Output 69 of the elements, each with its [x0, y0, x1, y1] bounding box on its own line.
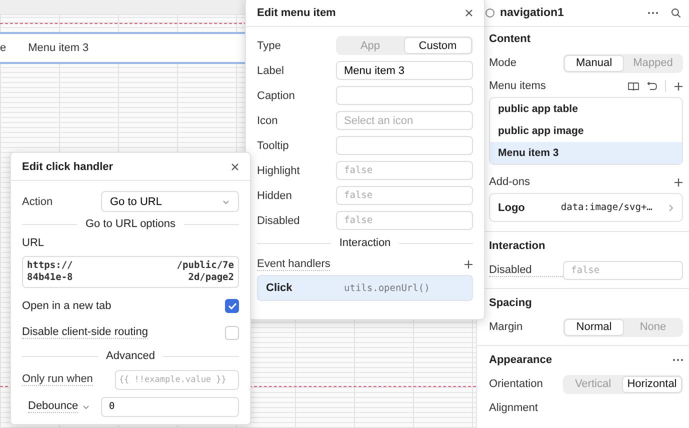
section-heading: Go to URL options [85, 218, 176, 230]
field-label: Mode [489, 57, 518, 69]
field-label: Disabled [257, 214, 301, 226]
dialog-title: Edit click handler [22, 160, 114, 172]
dialog-title: Edit menu item [257, 6, 336, 18]
text-field[interactable]: Select an icon [336, 111, 473, 130]
url-field[interactable]: https:// /public/7e 84b41e-8 2d/page2 [22, 256, 239, 288]
field-label: Label [257, 64, 285, 76]
close-icon[interactable] [465, 8, 473, 16]
book-icon[interactable] [628, 82, 639, 90]
section-heading: Interaction [339, 237, 391, 249]
field-label: Only run when [22, 373, 93, 386]
section-heading: Spacing [489, 297, 532, 309]
text-field[interactable] [336, 86, 473, 105]
field-label: Type [257, 40, 282, 52]
field-label: Action [22, 196, 54, 208]
nav-item[interactable]: Menu item 3 [28, 42, 89, 54]
menu-item[interactable]: Menu item 3 [490, 142, 682, 164]
number-field[interactable]: 0 [101, 396, 239, 416]
loop-arrow-icon[interactable] [647, 82, 657, 90]
text-field[interactable] [336, 136, 473, 155]
segment-option[interactable]: Horizontal [622, 376, 682, 392]
section-heading: Appearance [489, 354, 552, 366]
plus-icon[interactable] [464, 260, 473, 268]
code-field[interactable]: false [336, 186, 473, 205]
menu-item[interactable]: public app image [490, 120, 682, 142]
field-label: Highlight [257, 164, 301, 176]
field-label: Margin [489, 321, 524, 333]
check-icon [228, 302, 236, 310]
field-label: Tooltip [257, 140, 290, 152]
chevron-down-icon [82, 402, 90, 410]
menu-item[interactable]: public app table [490, 98, 682, 120]
addon-row[interactable]: Logo data:image/svg+… [489, 193, 683, 222]
field-label: Event handlers [257, 258, 330, 270]
segment-option[interactable]: Normal [564, 318, 624, 336]
nav-item[interactable]: e [0, 42, 6, 54]
field-label: Alignment [489, 402, 539, 414]
field-label: URL [22, 237, 44, 249]
field-label: Icon [257, 114, 279, 126]
component-icon [485, 8, 495, 18]
checkbox-label: Disable client-side routing [22, 326, 148, 339]
chevron-right-icon [668, 204, 674, 212]
event-handler-row[interactable]: Click utils.openUrl() [257, 275, 473, 301]
field-label: Orientation [489, 378, 544, 390]
field-label: Caption [257, 90, 296, 102]
section-heading: Advanced [106, 350, 155, 362]
action-select[interactable]: Go to URL [101, 191, 239, 212]
field-label: Menu items [489, 80, 546, 92]
component-name: navigation1 [500, 7, 565, 19]
close-icon[interactable] [231, 162, 239, 170]
code-field[interactable]: false [336, 211, 473, 230]
section-heading: Content [489, 33, 531, 45]
plus-icon[interactable] [674, 178, 683, 186]
checkbox-label: Open in a new tab [22, 300, 112, 312]
segment-option[interactable]: Manual [564, 54, 624, 72]
checkbox[interactable] [225, 298, 239, 312]
checkbox[interactable] [225, 326, 239, 340]
code-field[interactable]: false [336, 161, 473, 180]
field-label: Hidden [257, 190, 293, 202]
chevron-down-icon [222, 198, 230, 206]
code-field[interactable]: false [563, 260, 683, 280]
code-field[interactable]: {{ !!example.value }} [114, 370, 239, 390]
text-field[interactable]: Menu item 3 [336, 61, 473, 80]
plus-icon[interactable] [674, 82, 683, 90]
debounce-dropdown[interactable]: Debounce [28, 400, 78, 413]
segment-option[interactable]: Custom [404, 37, 472, 54]
field-label: Add-ons [489, 176, 530, 188]
section-heading: Interaction [489, 240, 546, 252]
search-icon[interactable] [671, 8, 681, 18]
